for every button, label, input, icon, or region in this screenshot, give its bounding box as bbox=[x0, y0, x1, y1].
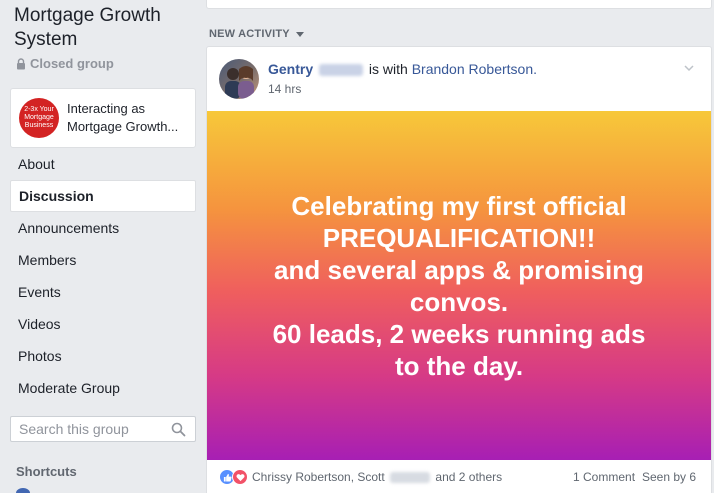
reaction-icons[interactable] bbox=[219, 469, 248, 485]
nav-item-events[interactable]: Events bbox=[10, 276, 196, 308]
interacting-as-text: Interacting as Mortgage Growth... bbox=[67, 100, 178, 136]
group-search bbox=[10, 416, 196, 442]
shortcut-icon[interactable] bbox=[16, 488, 30, 493]
page-avatar-line: Mortgage bbox=[24, 114, 54, 121]
privacy-label: Closed group bbox=[30, 56, 114, 71]
group-search-input[interactable] bbox=[19, 421, 169, 437]
page-avatar-line: 2-3x Your bbox=[24, 106, 54, 113]
page-avatar: 2-3x Your Mortgage Business bbox=[19, 98, 59, 138]
feed-sort-dropdown[interactable]: NEW ACTIVITY bbox=[209, 28, 304, 40]
redacted-name bbox=[319, 64, 364, 77]
nav-item-videos[interactable]: Videos bbox=[10, 308, 196, 340]
page-avatar-line: Business bbox=[24, 122, 54, 129]
nav-item-members[interactable]: Members bbox=[10, 244, 196, 276]
banner-line: and several apps & promising bbox=[274, 254, 644, 285]
interacting-as-label: Interacting as bbox=[67, 101, 146, 116]
post-card: Gentry is with Brandon Robertson. 14 hrs… bbox=[206, 46, 712, 493]
redacted-name bbox=[390, 472, 431, 484]
lock-icon bbox=[16, 57, 26, 70]
post-timestamp[interactable]: 14 hrs bbox=[268, 82, 301, 96]
group-privacy: Closed group bbox=[16, 56, 114, 71]
seen-by-count[interactable]: Seen by 6 bbox=[642, 460, 696, 493]
banner-line: 60 leads, 2 weeks running ads bbox=[272, 318, 646, 349]
banner-line: to the day. bbox=[394, 350, 524, 381]
banner-line: convos. bbox=[409, 286, 509, 317]
banner-line: PREQUALIFICATION!! bbox=[322, 222, 596, 253]
nav-item-about[interactable]: About bbox=[10, 148, 196, 180]
with-text: is with bbox=[368, 61, 408, 77]
nav-item-photos[interactable]: Photos bbox=[10, 340, 196, 372]
tagged-person[interactable]: Brandon Robertson. bbox=[412, 61, 537, 77]
left-sidebar: Mortgage Growth System Closed group 2-3x… bbox=[0, 0, 206, 493]
comments-count[interactable]: 1 Comment bbox=[573, 460, 635, 493]
shortcuts-heading: Shortcuts bbox=[16, 464, 77, 479]
banner-line: Celebrating my first official bbox=[291, 190, 627, 221]
author-avatar[interactable] bbox=[219, 59, 259, 99]
love-icon bbox=[232, 469, 248, 485]
banner-text: Celebrating my first official PREQUALIFI… bbox=[224, 190, 694, 382]
chevron-down-icon bbox=[295, 31, 304, 37]
nav-item-moderate-group[interactable]: Moderate Group bbox=[10, 372, 196, 404]
group-nav: About Discussion Announcements Members E… bbox=[10, 148, 196, 404]
post-background-text: Celebrating my first official PREQUALIFI… bbox=[207, 111, 711, 460]
composer-card bbox=[206, 0, 712, 9]
group-title[interactable]: Mortgage Growth System bbox=[14, 4, 204, 52]
post-author-line: Gentry is with Brandon Robertson. bbox=[268, 61, 537, 77]
nav-item-announcements[interactable]: Announcements bbox=[10, 212, 196, 244]
reactors-list[interactable]: Chrissy Robertson, Scott and 2 others bbox=[252, 470, 502, 484]
chevron-down-icon[interactable] bbox=[683, 61, 695, 73]
interacting-as-page-name: Mortgage Growth... bbox=[67, 119, 179, 134]
post-author-name[interactable]: Gentry bbox=[268, 61, 313, 77]
interacting-as-switcher[interactable]: 2-3x Your Mortgage Business Interacting … bbox=[10, 88, 196, 148]
nav-item-discussion[interactable]: Discussion bbox=[10, 180, 196, 212]
feed-sort-label: NEW ACTIVITY bbox=[209, 28, 290, 40]
post-footer: Chrissy Robertson, Scott and 2 others 1 … bbox=[207, 460, 711, 493]
reactors-names: Chrissy Robertson, Scott bbox=[252, 470, 385, 484]
search-icon[interactable] bbox=[171, 422, 186, 437]
reactors-others: and 2 others bbox=[435, 470, 503, 484]
